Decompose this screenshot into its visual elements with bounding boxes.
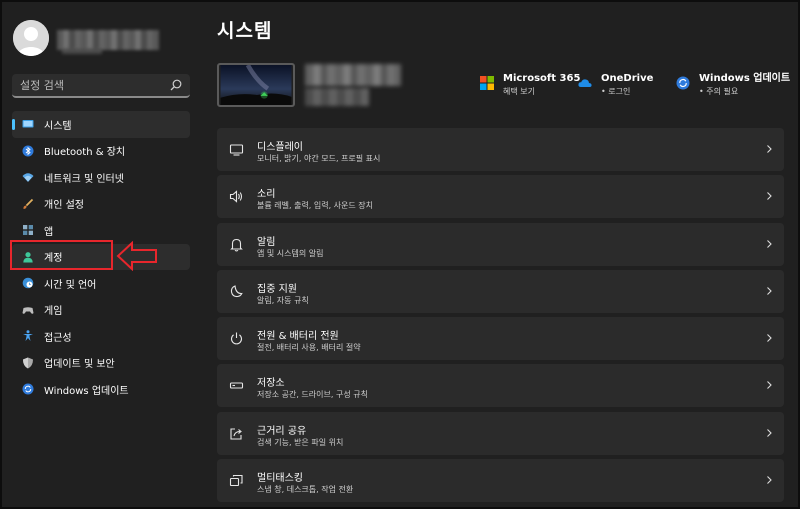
microsoft-logo-icon — [480, 76, 494, 90]
sidebar-item-label: 앱 — [44, 226, 54, 238]
sidebar-item-bluetooth[interactable]: Bluetooth & 장치 — [12, 138, 190, 165]
card-title: 전원 & 배터리 전원 — [257, 331, 339, 343]
card-subtitle: 검색 기능, 받은 파일 위치 — [257, 437, 344, 447]
quick-link-title: Windows 업데이트 — [699, 73, 791, 84]
card-subtitle: 모니터, 밝기, 야간 모드, 프로필 표시 — [257, 154, 381, 163]
gamepad-icon — [22, 304, 34, 316]
search-icon[interactable] — [169, 78, 183, 92]
sidebar-item-windows-update[interactable]: Windows 업데이트 — [12, 376, 190, 403]
quick-link-onedrive[interactable]: OneDrive • 로그인 — [578, 72, 653, 98]
annotation-highlight-box — [10, 240, 113, 270]
sidebar-item-label: Windows 업데이트 — [44, 385, 129, 397]
page-title: 시스템 — [217, 20, 273, 42]
quick-link-title: OneDrive — [601, 73, 654, 84]
card-multitasking[interactable]: 멀티태스킹 스냅 창, 데스크톱, 작업 전환 — [217, 459, 784, 503]
sidebar-item-label: 네트워크 및 인터넷 — [44, 173, 124, 185]
card-subtitle: 절전, 배터리 사용, 배터리 절약 — [257, 343, 361, 353]
power-icon — [229, 331, 244, 346]
person-silhouette-icon — [13, 20, 49, 56]
search-input[interactable] — [12, 74, 164, 96]
sidebar-item-update-security[interactable]: 업데이트 및 보안 — [12, 350, 190, 377]
card-sound[interactable]: 소리 볼륨 레벨, 출력, 입력, 사운드 장치 — [217, 175, 784, 219]
card-subtitle: 앱 및 시스템의 알림 — [257, 248, 324, 258]
card-title: 멀티태스킹 — [257, 473, 303, 485]
chevron-right-icon — [764, 475, 774, 485]
card-storage[interactable]: 저장소 저장소 공간, 드라이브, 구성 규칙 — [217, 364, 784, 408]
card-nearby-sharing[interactable]: 근거리 공유 검색 기능, 받은 파일 위치 — [217, 411, 784, 455]
main-content: 시스템 Microsoft 365 혜택 보기 OneDrive • 로그인 W… — [202, 2, 800, 509]
card-subtitle: 알림, 자동 규칙 — [257, 295, 309, 305]
sidebar-item-label: 업데이트 및 보안 — [44, 359, 115, 371]
refresh-icon — [22, 383, 34, 395]
sidebar-item-label: Bluetooth & 장치 — [44, 147, 126, 159]
storage-icon — [229, 378, 244, 393]
update-icon — [676, 76, 690, 90]
multitask-icon — [229, 473, 244, 488]
sidebar: 시스템 Bluetooth & 장치 네트워크 및 인터넷 개인 설정 앱 — [2, 2, 202, 509]
card-display[interactable]: 디스플레이 모니터, 밝기, 야간 모드, 프로필 표시 — [217, 128, 784, 171]
card-title: 알림 — [257, 236, 276, 248]
share-icon — [229, 426, 244, 441]
chevron-right-icon — [764, 286, 774, 296]
cloud-icon — [578, 76, 592, 90]
device-model-redacted — [305, 88, 369, 106]
chevron-right-icon — [764, 380, 774, 390]
brush-icon — [22, 198, 34, 210]
quick-link-subtitle: • 주의 필요 — [699, 87, 739, 96]
sidebar-item-label: 개인 설정 — [44, 200, 84, 212]
sidebar-item-personalization[interactable]: 개인 설정 — [12, 191, 190, 218]
apps-icon — [22, 224, 34, 236]
quick-link-title: Microsoft 365 — [503, 73, 581, 84]
bell-icon — [229, 237, 244, 252]
card-title: 소리 — [257, 189, 276, 201]
card-power-battery[interactable]: 전원 & 배터리 전원 절전, 배터리 사용, 배터리 절약 — [217, 317, 784, 361]
quick-link-microsoft-365[interactable]: Microsoft 365 혜택 보기 — [480, 72, 580, 98]
sidebar-item-label: 게임 — [44, 306, 63, 318]
chevron-right-icon — [764, 428, 774, 438]
settings-card-list: 디스플레이 모니터, 밝기, 야간 모드, 프로필 표시 소리 볼륨 레벨, 출… — [217, 128, 784, 506]
card-title: 집중 지원 — [257, 283, 297, 295]
system-icon — [22, 118, 34, 130]
sidebar-item-network[interactable]: 네트워크 및 인터넷 — [12, 164, 190, 191]
user-name-redacted — [57, 30, 159, 50]
speaker-icon — [229, 189, 244, 204]
sidebar-item-label: 시스템 — [44, 120, 72, 132]
card-title: 디스플레이 — [257, 142, 303, 153]
quick-link-subtitle: • 로그인 — [601, 87, 631, 96]
moon-icon — [229, 284, 244, 299]
globe-clock-icon — [22, 277, 34, 289]
card-title: 저장소 — [257, 378, 285, 390]
sidebar-item-system[interactable]: 시스템 — [12, 111, 190, 138]
card-subtitle: 저장소 공간, 드라이브, 구성 규칙 — [257, 390, 368, 400]
sidebar-item-time-language[interactable]: 시간 및 언어 — [12, 270, 190, 297]
card-notifications[interactable]: 알림 앱 및 시스템의 알림 — [217, 222, 784, 266]
wallpaper-image-icon — [220, 65, 292, 105]
device-name-redacted — [305, 64, 401, 86]
bluetooth-icon — [22, 145, 34, 157]
wifi-icon — [22, 171, 34, 183]
desktop-wallpaper-thumbnail[interactable] — [217, 63, 295, 107]
quick-link-windows-update[interactable]: Windows 업데이트 • 주의 필요 — [676, 72, 790, 98]
sidebar-item-label: 접근성 — [44, 332, 72, 344]
shield-icon — [22, 357, 34, 369]
chevron-right-icon — [764, 191, 774, 201]
chevron-right-icon — [764, 144, 774, 154]
settings-search-box[interactable] — [12, 74, 190, 98]
sidebar-item-accessibility[interactable]: 접근성 — [12, 323, 190, 350]
annotation-arrow-icon — [116, 241, 157, 271]
user-email-redacted — [62, 48, 102, 54]
chevron-right-icon — [764, 333, 774, 343]
accessibility-icon — [22, 330, 34, 342]
card-focus-assist[interactable]: 집중 지원 알림, 자동 규칙 — [217, 269, 784, 313]
card-subtitle: 스냅 창, 데스크톱, 작업 전환 — [257, 485, 354, 495]
sidebar-item-gaming[interactable]: 게임 — [12, 297, 190, 324]
quick-link-subtitle: 혜택 보기 — [503, 87, 535, 96]
monitor-icon — [229, 142, 244, 157]
chevron-right-icon — [764, 239, 774, 249]
card-title: 근거리 공유 — [257, 425, 307, 437]
user-avatar[interactable] — [13, 20, 49, 56]
card-subtitle: 볼륨 레벨, 출력, 입력, 사운드 장치 — [257, 201, 374, 211]
sidebar-item-label: 시간 및 언어 — [44, 279, 97, 291]
